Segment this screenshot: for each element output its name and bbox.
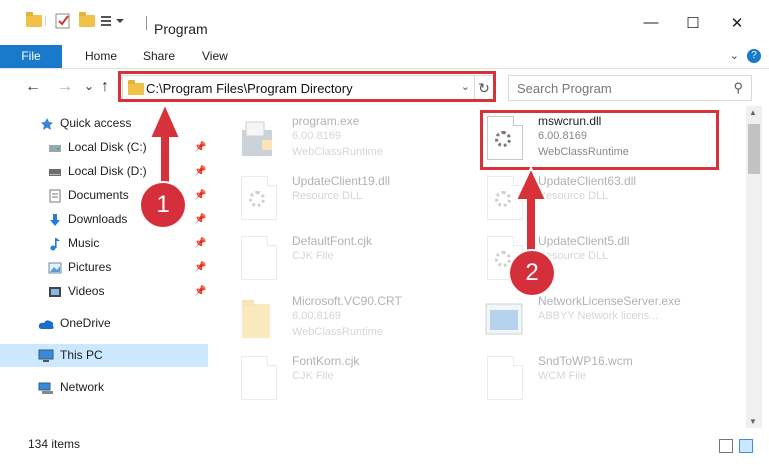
status-bar: 134 items bbox=[0, 432, 769, 465]
arrow-2 bbox=[514, 165, 548, 253]
step-badge-2: 2 bbox=[510, 251, 554, 295]
scroll-up-icon[interactable]: ▲ bbox=[749, 108, 757, 117]
large-icons-view-icon[interactable] bbox=[739, 439, 753, 453]
details-view-icon[interactable] bbox=[719, 439, 733, 453]
scroll-down-icon[interactable]: ▼ bbox=[749, 417, 757, 426]
scroll-thumb[interactable] bbox=[748, 124, 760, 174]
item-count: 134 items bbox=[28, 437, 81, 451]
arrow-1 bbox=[148, 101, 182, 189]
annotation-arrows bbox=[148, 101, 548, 253]
step-badge-1: 1 bbox=[141, 183, 185, 227]
vertical-scrollbar[interactable]: ▲ ▼ bbox=[746, 106, 762, 428]
